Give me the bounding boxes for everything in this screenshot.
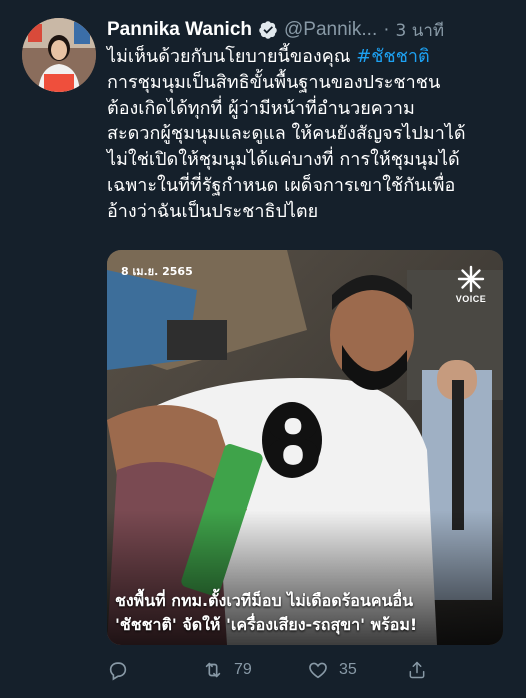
avatar[interactable] — [22, 18, 96, 92]
avatar-image — [22, 18, 96, 92]
retweet-button[interactable]: 79 — [202, 659, 307, 681]
verified-badge-icon — [258, 20, 278, 40]
voice-logo-icon — [457, 265, 485, 293]
user-handle[interactable]: @Pannik... — [284, 19, 377, 41]
media-date: 8 เม.ย. 2565 — [121, 265, 193, 278]
tweet-text-body: การชุมนุมเป็นสิทธิขั้นพื้นฐานของประชาชน … — [107, 71, 466, 222]
retweet-icon — [205, 662, 221, 678]
user-name[interactable]: Pannika Wanich — [107, 19, 252, 41]
news-photo: 8 — [107, 250, 503, 645]
tweet-media[interactable]: 8 8 เม.ย. 2565 VOICE ชงพื้นที่ กทม.ตั้งเ… — [107, 250, 503, 645]
hashtag-link[interactable]: #ชัชชาติ — [356, 46, 430, 67]
tweet-card[interactable]: Pannika Wanich @Pannik... · 3 นาที ไม่เห… — [0, 0, 526, 698]
voice-logo: VOICE — [453, 264, 489, 304]
tweet-text: ไม่เห็นด้วยกับนโยบายนี้ของคุณ #ชัชชาติ ก… — [107, 44, 512, 225]
caption-line-1: ชงพื้นที่ กทม.ตั้งเวทีม็อบ ไม่เดือดร้อนค… — [115, 591, 413, 610]
share-button[interactable] — [407, 659, 437, 681]
like-icon — [309, 662, 327, 679]
retweet-count: 79 — [234, 661, 252, 678]
tweet-actions: 79 35 — [107, 655, 437, 685]
like-count: 35 — [339, 661, 357, 678]
tweet-timestamp[interactable]: 3 นาที — [396, 17, 445, 44]
shirt-number: 8 — [262, 391, 325, 496]
separator-dot: · — [383, 19, 390, 40]
tweet-text-line1: ไม่เห็นด้วยกับนโยบายนี้ของคุณ — [107, 46, 357, 67]
reply-icon — [109, 662, 127, 681]
share-icon — [409, 661, 425, 679]
reply-button[interactable] — [107, 659, 202, 681]
voice-logo-text: VOICE — [455, 294, 487, 304]
caption-line-2: 'ชัชชาติ' จัดให้ 'เครื่องเสียง-รถสุขา' พ… — [115, 615, 418, 634]
tweet-header: Pannika Wanich @Pannik... · 3 นาที — [107, 16, 512, 44]
media-caption: ชงพื้นที่ กทม.ตั้งเวทีม็อบ ไม่เดือดร้อนค… — [115, 589, 495, 637]
like-button[interactable]: 35 — [307, 659, 407, 681]
